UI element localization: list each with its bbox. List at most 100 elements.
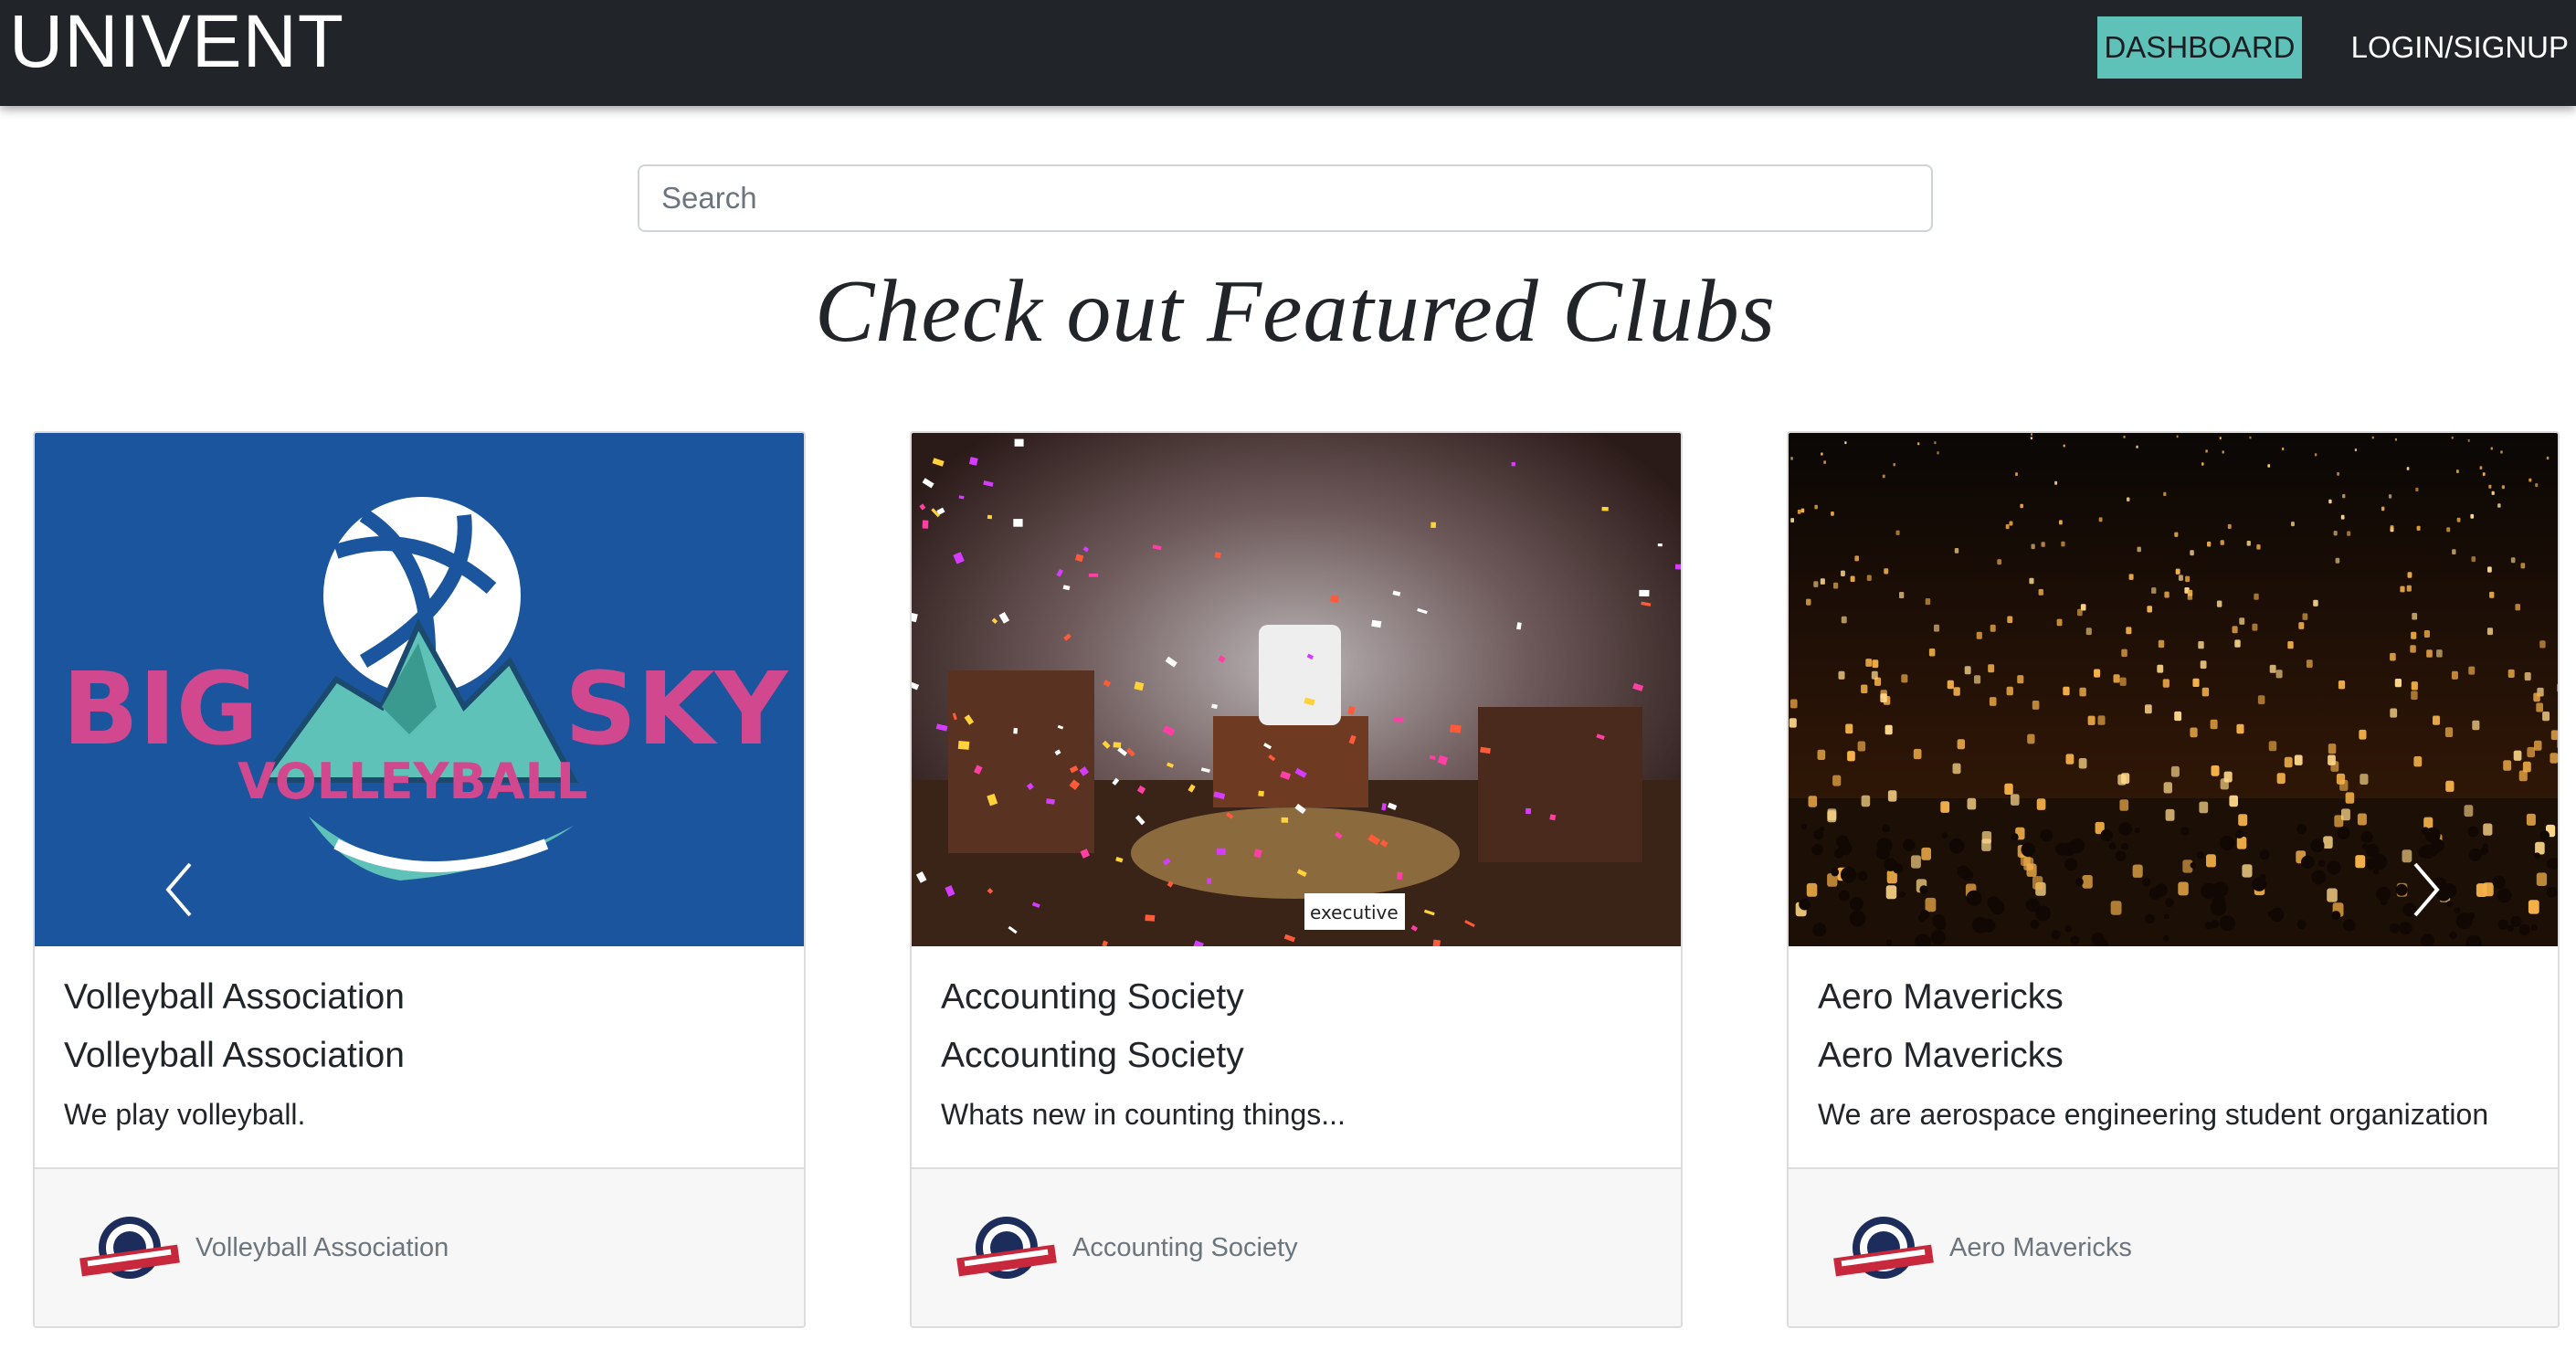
lantern (2336, 773, 2346, 785)
lantern (2031, 543, 2035, 550)
dashboard-button[interactable]: DASHBOARD (2097, 16, 2302, 79)
lantern (2268, 741, 2277, 752)
confetti-piece (1393, 717, 1404, 722)
club-card-aero[interactable]: Aero Mavericks Aero Mavericks We are aer… (1787, 431, 2560, 1328)
lantern (1988, 664, 1995, 673)
club-card-accounting[interactable]: executive Accounting Society Accounting … (910, 431, 1683, 1328)
lantern (2542, 712, 2550, 722)
club-card-volleyball[interactable]: BIG SKY VOLLEYBALL Volleyball Associatio… (33, 431, 806, 1328)
lantern (1813, 581, 1819, 587)
lantern (2174, 711, 2182, 722)
crowd-silhouette (2361, 843, 2369, 849)
lantern (2282, 448, 2285, 450)
lantern (2238, 814, 2248, 827)
card-footer: Accounting Society (912, 1167, 1681, 1326)
lantern (2298, 622, 2305, 629)
crowd-silhouette (2030, 919, 2040, 929)
card-description: We play volleyball. (64, 1098, 306, 1131)
lantern (2113, 674, 2120, 683)
lantern (2220, 778, 2229, 790)
card-title[interactable]: Accounting Society (941, 968, 1663, 1027)
confetti-piece (1013, 519, 1023, 527)
lantern (2201, 687, 2210, 697)
lantern (2507, 669, 2515, 678)
lantern (2119, 799, 2129, 811)
lantern (1832, 775, 1842, 786)
lantern (2158, 639, 2165, 649)
card-subtitle: Aero Mavericks (1818, 1036, 2064, 1075)
lantern (2390, 708, 2398, 718)
lantern (2063, 444, 2065, 448)
confetti-piece (1281, 817, 1289, 823)
crowd-silhouette (2220, 836, 2235, 850)
lantern (2510, 557, 2516, 564)
card-body: Aero Mavericks Aero Mavericks We are aer… (1818, 968, 2539, 1144)
brand-logo[interactable]: UNIVENT (9, 4, 344, 80)
crowd-silhouette (2267, 911, 2275, 918)
crowd-silhouette (2510, 915, 2522, 927)
crowd-silhouette (1885, 939, 1893, 946)
lantern (2411, 691, 2418, 701)
lantern (2412, 613, 2418, 620)
crowd-silhouette (2492, 875, 2506, 889)
card-title[interactable]: Volleyball Association (64, 968, 786, 1027)
lantern (2513, 750, 2522, 761)
lantern (2536, 702, 2543, 712)
lantern (1893, 463, 1895, 467)
lantern (2276, 773, 2286, 785)
lantern (1820, 578, 1825, 585)
crowd-silhouette (1931, 913, 1946, 928)
footer-club-name: Aero Mavericks (1949, 1233, 2132, 1262)
lantern (2236, 837, 2247, 849)
club-image-aero (1789, 433, 2558, 946)
lantern (2079, 687, 2086, 697)
lantern (2005, 524, 2010, 530)
lantern (2479, 466, 2483, 469)
lantern (1872, 659, 1879, 669)
lantern (2503, 760, 2512, 771)
lantern (2256, 544, 2261, 550)
card-description: We are aerospace engineering student org… (1818, 1098, 2489, 1131)
login-signup-link[interactable]: LOGIN/SIGNUP (2331, 16, 2569, 79)
crowd-silhouette (2446, 901, 2453, 907)
lantern (2452, 549, 2456, 554)
lantern (1925, 897, 1937, 912)
card-title[interactable]: Aero Mavericks (1818, 968, 2539, 1027)
lantern (1937, 451, 1939, 455)
crowd-silhouette (1800, 823, 1808, 830)
lantern (2017, 675, 2024, 684)
club-logo-icon (1833, 1217, 1934, 1279)
crowd-silhouette (2467, 912, 2476, 920)
crowd-silhouette (2259, 873, 2266, 881)
lantern (2015, 472, 2018, 476)
lantern (2192, 678, 2200, 687)
lantern (1827, 810, 1837, 823)
lantern (2249, 436, 2252, 439)
lantern (2078, 758, 2087, 769)
lantern (1884, 724, 1893, 735)
lantern (2211, 765, 2220, 776)
lantern (2077, 608, 2083, 617)
lantern (2482, 472, 2486, 476)
lantern (1976, 631, 1982, 639)
page-title: Check out Featured Clubs (815, 262, 1776, 361)
lantern (2451, 670, 2458, 680)
lantern (1847, 751, 1855, 762)
lantern (2411, 681, 2418, 691)
card-body: Accounting Society Accounting Society Wh… (941, 968, 1663, 1144)
lantern (2306, 659, 2313, 669)
confetti-piece (1216, 848, 1226, 855)
lantern (1790, 457, 1793, 460)
lantern (2394, 438, 2397, 441)
lantern (2342, 494, 2346, 499)
lantern (2210, 719, 2218, 730)
search-input[interactable] (638, 164, 1933, 232)
confetti-piece (1088, 573, 1099, 577)
lantern (2205, 449, 2208, 453)
lantern (2041, 542, 2045, 547)
lantern (1981, 838, 1991, 851)
lantern (1808, 796, 1818, 807)
lantern (2287, 641, 2294, 649)
lantern (1865, 659, 1873, 667)
crowd-silhouette (2497, 919, 2508, 930)
